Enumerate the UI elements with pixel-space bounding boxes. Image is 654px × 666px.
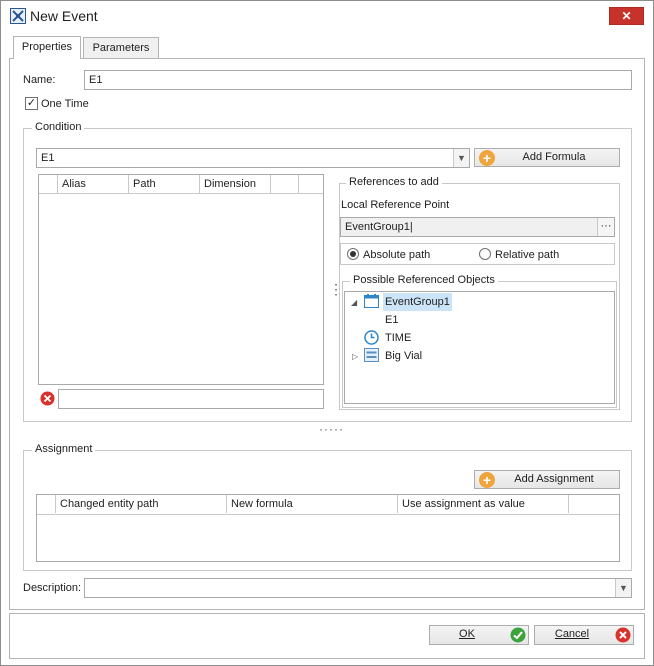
check-icon: [510, 627, 526, 643]
tree-expander-big-vial[interactable]: ▷: [352, 347, 358, 365]
relative-path-radio[interactable]: [479, 248, 491, 260]
condition-title: Condition: [32, 121, 85, 133]
tree-item-time[interactable]: TIME: [385, 329, 411, 347]
clock-icon: [364, 330, 379, 345]
plus-icon: +: [479, 150, 495, 166]
event-app-icon: [10, 8, 26, 24]
collapse-icon: ◢: [351, 298, 358, 307]
vessel-icon: [364, 348, 379, 362]
tab-properties[interactable]: Properties: [13, 36, 81, 59]
chevron-down-icon[interactable]: ▼: [453, 149, 469, 167]
tree-item-e1[interactable]: E1: [385, 311, 398, 329]
one-time-checkbox[interactable]: ✓: [25, 97, 38, 110]
new-event-dialog: New Event ✕ Properties Parameters Name: …: [0, 0, 654, 666]
cancel-icon: [615, 627, 631, 643]
grid-extra-column: [271, 175, 299, 193]
close-button[interactable]: ✕: [609, 7, 644, 25]
possible-objects-title: Possible Referenced Objects: [350, 274, 498, 286]
browse-button[interactable]: ···: [597, 218, 614, 236]
cancel-label: Cancel: [554, 628, 590, 640]
tree-item-big-vial[interactable]: Big Vial: [385, 347, 422, 365]
tab-properties-label: Properties: [21, 41, 73, 53]
error-message-field[interactable]: [58, 389, 324, 409]
name-label: Name:: [23, 74, 56, 86]
assignment-title: Assignment: [32, 443, 96, 455]
add-formula-button[interactable]: + Add Formula: [474, 148, 620, 167]
one-time-label: One Time: [41, 98, 89, 110]
local-reference-label: Local Reference Point: [341, 199, 450, 211]
window-title: New Event: [30, 8, 98, 24]
dimension-column-header[interactable]: Dimension: [200, 175, 271, 193]
tree-item-eventgroup1[interactable]: EventGroup1: [383, 293, 452, 311]
add-assignment-button[interactable]: + Add Assignment: [474, 470, 620, 489]
relative-path-label: Relative path: [495, 249, 560, 261]
local-reference-value: EventGroup1|: [345, 221, 413, 233]
tab-parameters-label: Parameters: [92, 42, 150, 54]
error-icon: [40, 391, 55, 406]
description-chevron-down-icon[interactable]: ▼: [615, 579, 631, 597]
references-title: References to add: [346, 176, 442, 188]
grid-selector-column: [39, 175, 58, 193]
description-combobox[interactable]: [84, 578, 632, 598]
local-reference-field[interactable]: EventGroup1|: [340, 217, 615, 237]
path-column-header[interactable]: Path: [129, 175, 200, 193]
calendar-icon: [364, 294, 379, 308]
assignment-grid-header: Changed entity path New formula Use assi…: [37, 495, 619, 515]
checkmark-icon: ✓: [26, 97, 37, 109]
ok-button[interactable]: OK: [429, 625, 529, 645]
assignment-grid[interactable]: Changed entity path New formula Use assi…: [36, 494, 620, 562]
add-formula-label: Add Formula: [522, 151, 586, 163]
absolute-path-label: Absolute path: [363, 249, 431, 261]
formula-value: E1: [41, 152, 55, 164]
assignment-extra-column: [569, 495, 619, 513]
close-icon: ✕: [621, 9, 632, 23]
cancel-button[interactable]: Cancel: [534, 625, 634, 645]
changed-entity-path-header[interactable]: Changed entity path: [56, 495, 227, 513]
title-bar: New Event ✕: [1, 1, 653, 31]
horizontal-splitter[interactable]: ·····: [319, 422, 344, 436]
alias-grid[interactable]: Alias Path Dimension: [38, 174, 324, 385]
plus-icon: +: [479, 472, 495, 488]
tree-expander-icon[interactable]: ◢: [351, 293, 357, 311]
new-formula-header[interactable]: New formula: [227, 495, 398, 513]
grid-extra-column-2: [299, 175, 323, 193]
absolute-path-radio[interactable]: [347, 248, 359, 260]
ok-label: OK: [459, 628, 475, 640]
expand-icon: ▷: [352, 352, 359, 361]
formula-combobox[interactable]: E1: [36, 148, 470, 168]
name-input[interactable]: E1: [84, 70, 632, 90]
object-tree[interactable]: ◢ EventGroup1 E1 TIME ▷ Big Vial: [344, 291, 615, 404]
alias-grid-header: Alias Path Dimension: [39, 175, 323, 194]
alias-column-header[interactable]: Alias: [58, 175, 129, 193]
tab-parameters[interactable]: Parameters: [83, 37, 159, 59]
add-assignment-label: Add Assignment: [514, 473, 594, 485]
description-label: Description:: [23, 582, 82, 594]
use-assignment-header[interactable]: Use assignment as value: [398, 495, 569, 513]
assignment-selector-column: [37, 495, 56, 513]
